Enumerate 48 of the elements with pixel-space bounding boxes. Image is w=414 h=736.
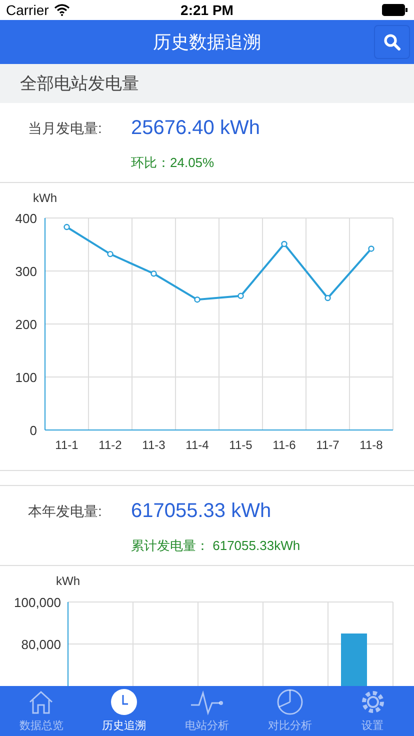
x-tick-label: 11-5 — [229, 438, 252, 452]
y-tick-label: 80,000 — [21, 637, 61, 652]
tab-bar-item[interactable]: 数据总览 — [0, 686, 83, 736]
tab-bar-item[interactable]: 设置 — [331, 686, 414, 736]
y-tick-label: 100 — [15, 370, 37, 385]
y-tick-label: 400 — [15, 211, 37, 226]
y-tick-label: 100,000 — [14, 595, 61, 610]
axis-unit: kWh — [56, 574, 80, 588]
tab-bar-item[interactable]: 电站分析 — [166, 686, 248, 736]
pie-chart-icon — [276, 688, 304, 716]
tab-bar-item[interactable]: 历史追溯 — [82, 686, 166, 736]
data-point — [107, 250, 114, 258]
home-icon — [27, 688, 56, 716]
wifi-icon — [54, 4, 70, 16]
page-title: 历史数据追溯 — [153, 31, 261, 54]
clock-time: 2:21 PM — [180, 2, 234, 18]
x-tick-label: 11-8 — [360, 438, 383, 452]
data-point — [238, 292, 244, 300]
battery-icon — [382, 4, 408, 16]
data-point — [64, 224, 70, 230]
axis-unit: kWh — [33, 191, 57, 205]
stat-value: 25676.40 kWh — [131, 117, 260, 140]
data-point — [281, 240, 288, 248]
data-point — [194, 296, 200, 303]
x-tick-label: 11-3 — [142, 438, 166, 452]
stat-label: 当月发电量: — [27, 120, 103, 138]
carrier-label: Carrier — [6, 2, 49, 18]
pulse-icon — [190, 688, 224, 716]
x-tick-label: 11-1 — [55, 438, 78, 452]
stat-note: 累计发电量： 617055.33kWh — [131, 537, 302, 555]
y-tick-label: 0 — [30, 423, 37, 438]
y-tick-label: 300 — [15, 264, 37, 279]
data-point — [368, 246, 374, 252]
stat-label: 本年发电量: — [27, 502, 103, 520]
x-tick-label: 11-7 — [316, 438, 340, 452]
data-point — [150, 270, 157, 277]
x-tick-label: 11-4 — [186, 438, 209, 452]
section-title: 全部电站发电量 — [20, 73, 139, 95]
bar — [341, 634, 367, 686]
search-button[interactable] — [374, 25, 410, 59]
search-icon — [383, 33, 401, 51]
y-tick-label: 200 — [15, 317, 37, 332]
tab-bar-item[interactable]: 对比分析 — [248, 686, 332, 736]
stat-note: 环比：24.05% — [131, 154, 216, 172]
stat-value: 617055.33 kWh — [131, 500, 272, 523]
x-tick-label: 11-2 — [98, 438, 122, 452]
x-tick-label: 11-6 — [272, 438, 296, 452]
data-point — [324, 294, 331, 302]
